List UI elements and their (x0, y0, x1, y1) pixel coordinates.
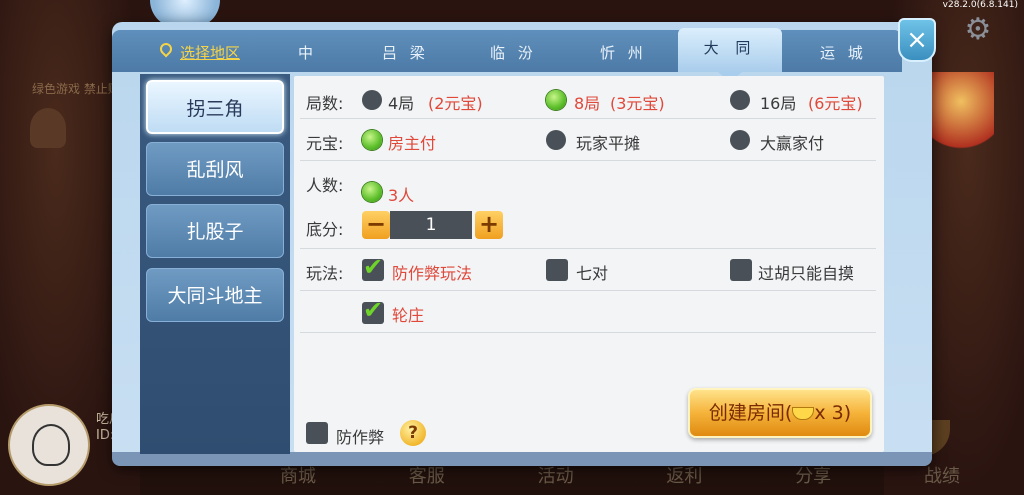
divider (300, 118, 876, 119)
payment-host-label: 房主付 (388, 134, 437, 153)
create-room-button[interactable]: 创建房间( x 3) (688, 388, 872, 438)
tab-city-active[interactable]: 大 同 (678, 28, 782, 82)
base-score-minus-button[interactable]: − (362, 211, 390, 239)
yuanbao-icon (792, 407, 815, 420)
create-room-close-paren: ) (843, 402, 852, 424)
avatar[interactable] (8, 404, 90, 486)
dialog-bottom-edge (112, 452, 932, 466)
rounds-16-radio[interactable] (730, 90, 750, 110)
tab-city-3[interactable]: 临 汾 (490, 42, 537, 63)
payment-winner-label: 大赢家付 (760, 134, 825, 153)
rule-rotate-dealer-checkbox[interactable] (362, 296, 384, 324)
payment-winner-radio[interactable] (730, 130, 750, 150)
nav-item: 战绩 (923, 466, 960, 487)
players-label: 人数: (306, 176, 344, 195)
anti-cheat-checkbox[interactable] (306, 422, 328, 444)
base-score-value: 1 (390, 211, 472, 239)
divider (300, 160, 876, 161)
game-item-guaisanjiao[interactable]: 拐三角 (146, 80, 284, 134)
rounds-label: 局数: (306, 94, 344, 113)
rule-selfdraw-checkbox[interactable] (730, 259, 752, 281)
region-select-label: 选择地区 (180, 43, 241, 62)
rounds-4-label: 4局 (388, 94, 415, 113)
game-item-datong-doudizhu[interactable]: 大同斗地主 (146, 268, 284, 322)
players-3-label: 3人 (388, 186, 415, 205)
help-icon[interactable]: ? (400, 420, 426, 446)
create-room-cost: x 3 (814, 402, 844, 424)
stamp-icon (30, 108, 66, 148)
payment-label: 元宝: (306, 134, 344, 153)
payment-host-radio[interactable] (362, 130, 382, 150)
tab-city-4[interactable]: 忻 州 (600, 42, 647, 63)
divider (300, 248, 876, 249)
tab-city-6[interactable]: 运 城 (820, 42, 867, 63)
fortune-god-icon[interactable] (928, 72, 994, 170)
payment-split-label: 玩家平摊 (576, 134, 641, 153)
players-3-radio[interactable] (362, 182, 382, 202)
gear-icon[interactable]: ⚙ (962, 14, 994, 46)
game-item-zhaguzi[interactable]: 扎股子 (146, 204, 284, 258)
base-score-label: 底分: (306, 220, 344, 239)
rule-selfdraw-label: 过胡只能自摸 (758, 264, 855, 283)
rules-label: 玩法: (306, 264, 344, 283)
tab-city-2[interactable]: 吕 梁 (382, 42, 429, 63)
rule-qidui-checkbox[interactable] (546, 259, 568, 281)
close-button[interactable]: × (898, 18, 936, 62)
rounds-8-label: 8局 (574, 94, 601, 113)
rounds-8-radio[interactable] (546, 90, 566, 110)
location-pin-icon (160, 43, 174, 61)
tab-city-1[interactable]: 中 (298, 42, 317, 63)
base-score-plus-button[interactable]: + (475, 211, 503, 239)
rule-anticheat-checkbox[interactable] (362, 253, 384, 281)
rule-rotate-dealer-label: 轮庄 (392, 306, 425, 325)
rounds-16-label: 16局 (760, 94, 797, 113)
game-item-luanguafeng[interactable]: 乱刮风 (146, 142, 284, 196)
divider (300, 332, 876, 333)
region-select-button[interactable]: 选择地区 (160, 40, 240, 64)
payment-split-radio[interactable] (546, 130, 566, 150)
rounds-8-cost: (3元宝) (610, 94, 665, 113)
rule-anticheat-label: 防作弊玩法 (392, 264, 473, 283)
rounds-16-cost: (6元宝) (808, 94, 863, 113)
rounds-4-radio[interactable] (362, 90, 382, 110)
version-label: v28.2.0(6.8.141) (942, 0, 1018, 10)
divider (300, 290, 876, 291)
create-room-label: 创建房间( (708, 402, 793, 424)
rule-qidui-label: 七对 (576, 264, 609, 283)
anti-cheat-label: 防作弊 (336, 428, 385, 447)
rounds-4-cost: (2元宝) (428, 94, 483, 113)
